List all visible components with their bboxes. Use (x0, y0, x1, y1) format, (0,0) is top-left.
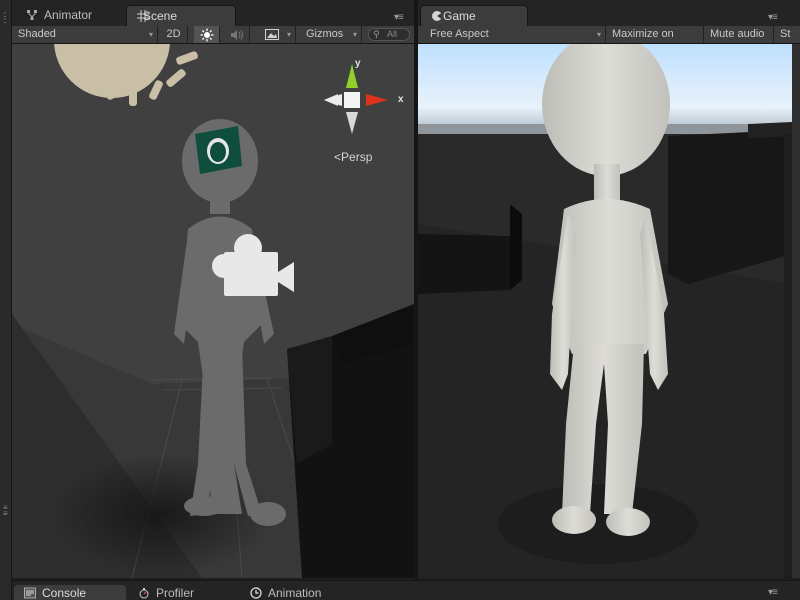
2d-label: 2D (166, 28, 181, 40)
mute-audio-toggle[interactable]: Mute audio (704, 26, 774, 43)
lighting-toggle-button[interactable] (194, 26, 220, 43)
scene-tab-bar: Animator Scene ▾≡ (12, 0, 414, 26)
panel-menu-icon[interactable]: ▾≡ (768, 587, 778, 598)
draw-mode-label: Shaded (18, 28, 56, 40)
tab-console[interactable]: Console (14, 585, 126, 600)
search-placeholder: All (387, 29, 398, 39)
right-dock-strip (792, 44, 800, 578)
game-viewport[interactable] (418, 44, 792, 578)
gizmo-x-label: x (398, 94, 404, 105)
gizmos-dropdown[interactable]: Gizmos ▾ (300, 26, 362, 43)
chevron-down-icon: ▾ (286, 30, 291, 39)
drag-handle-icon[interactable]: :::: (3, 11, 7, 25)
tab-game[interactable]: Game (420, 5, 528, 26)
face-marker-icon (195, 126, 242, 174)
search-icon: ⚲ (373, 29, 380, 39)
tab-animator-label: Animator (44, 8, 93, 22)
panel-menu-icon[interactable]: ▾≡ (768, 12, 778, 23)
scene-toolbar: Shaded ▾ 2D ▾ Gizmos ▾ ⚲ All (12, 26, 414, 44)
2d-toggle-button[interactable]: 2D (160, 26, 188, 43)
tab-profiler[interactable]: Profiler (128, 585, 204, 600)
effects-dropdown[interactable]: ▾ (256, 26, 296, 43)
scene-search-input[interactable]: ⚲ All (368, 28, 410, 41)
animator-icon (26, 9, 38, 24)
game-tab-bar: Game ▾≡ (418, 0, 800, 26)
tab-console-label: Console (42, 586, 87, 600)
game-controller-icon (431, 10, 443, 25)
console-icon (24, 585, 36, 600)
persp-chevron-icon: < (334, 150, 342, 164)
stats-toggle[interactable]: St (774, 26, 800, 43)
mute-label: Mute audio (710, 28, 765, 40)
gizmo-y-label: y (355, 58, 361, 69)
aspect-label: Free Aspect (430, 28, 489, 40)
game-render (418, 44, 792, 578)
aspect-dropdown[interactable]: Free Aspect ▾ (418, 26, 606, 43)
tab-scene[interactable]: Scene (126, 5, 236, 26)
bottom-tab-bar: Console Profiler Animation ▾≡ (12, 580, 800, 600)
drag-handle-icon[interactable]: ≡ ≡ (3, 504, 8, 518)
scene-grid-icon (137, 10, 149, 25)
chevron-down-icon: ▾ (352, 30, 357, 39)
audio-toggle-button[interactable] (224, 26, 250, 43)
projection-label: Persp (341, 150, 373, 164)
draw-mode-dropdown[interactable]: Shaded ▾ (12, 26, 158, 43)
stats-label: St (780, 28, 791, 40)
directional-light-icon (54, 44, 198, 106)
scene-viewport[interactable]: y x <Persp (12, 44, 414, 578)
speaker-icon (230, 30, 244, 44)
chevron-down-icon: ▾ (148, 30, 153, 39)
image-icon (264, 29, 279, 43)
game-toolbar: Free Aspect ▾ Maximize on Play Mute audi… (418, 26, 800, 57)
tab-animation[interactable]: Animation (240, 585, 331, 600)
chevron-down-icon: ▾ (596, 30, 601, 39)
clock-icon (250, 585, 262, 600)
scene-render (12, 44, 414, 578)
gizmos-label: Gizmos (306, 28, 344, 40)
maximize-on-play-toggle[interactable]: Maximize on Play (606, 26, 704, 57)
projection-toggle[interactable]: <Persp (334, 150, 372, 164)
tab-animator[interactable]: Animator (16, 5, 102, 26)
tab-animation-label: Animation (268, 586, 322, 600)
panel-menu-icon[interactable]: ▾≡ (394, 12, 404, 23)
tab-game-label: Game (443, 9, 476, 23)
left-dock-strip: :::: ≡ ≡ (0, 0, 12, 600)
tab-profiler-label: Profiler (156, 586, 195, 600)
orientation-gizmo (324, 64, 388, 134)
profiler-icon (138, 585, 150, 600)
